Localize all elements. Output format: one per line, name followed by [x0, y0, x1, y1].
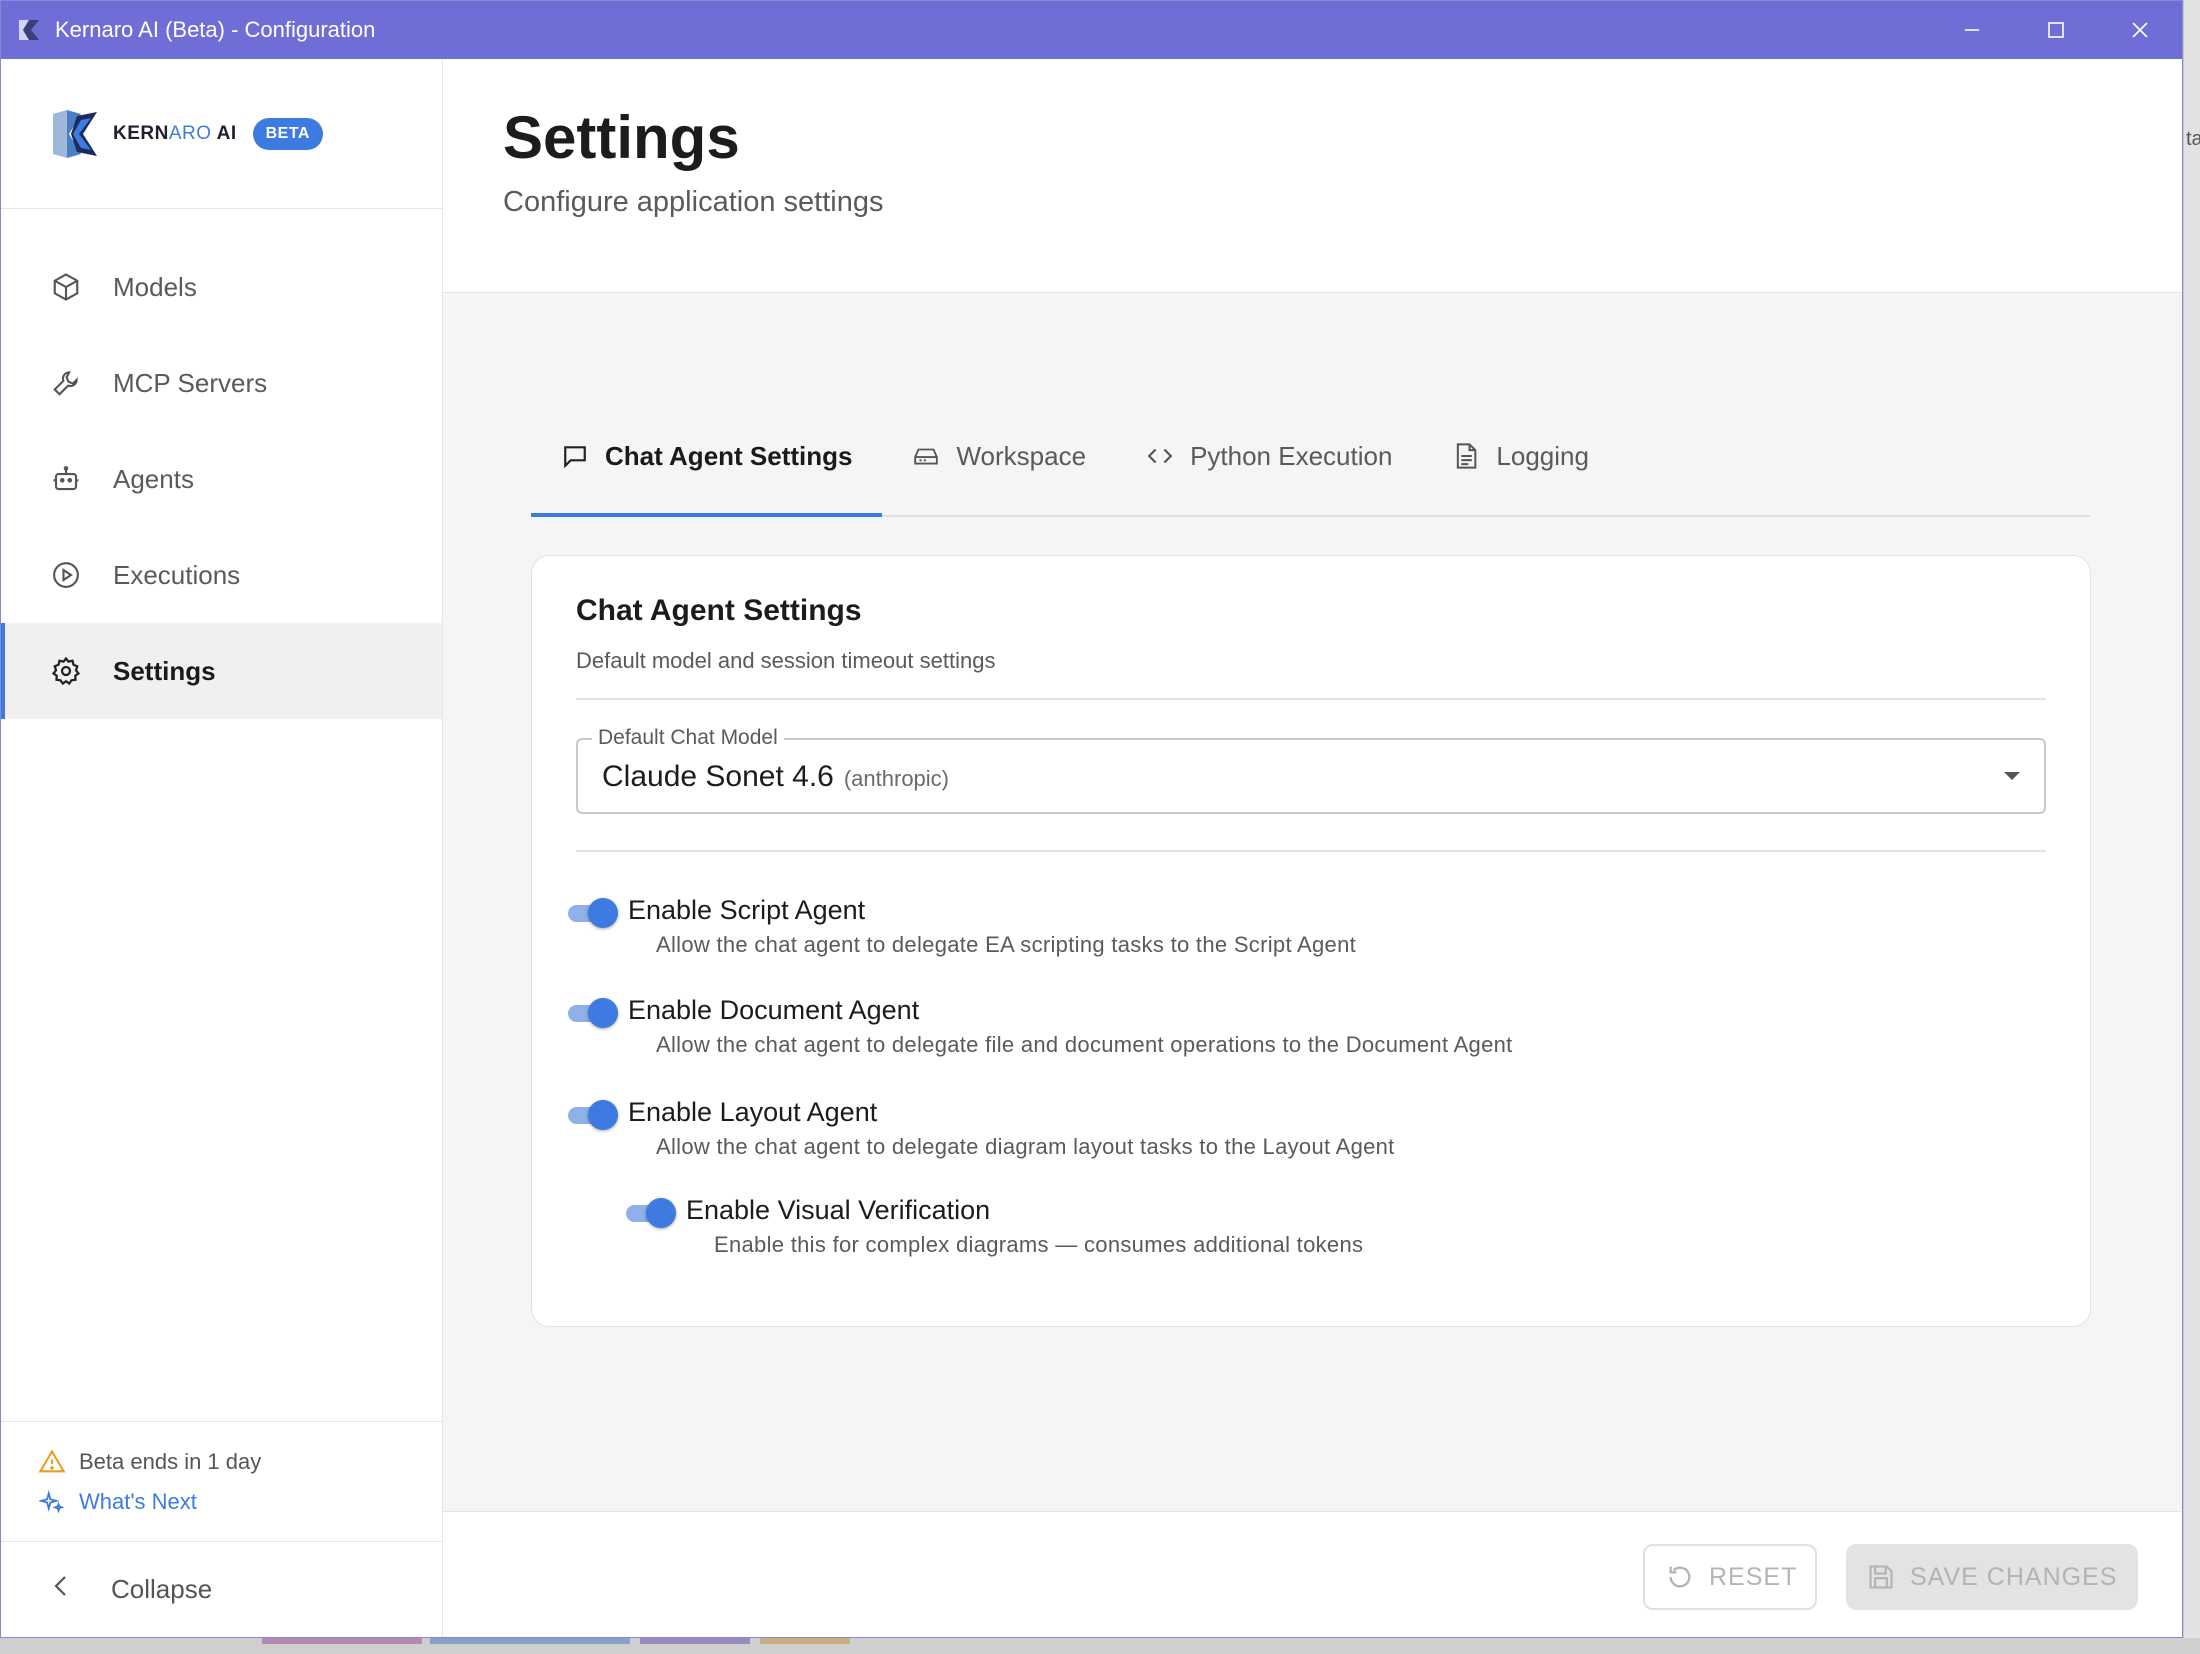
script-agent-switch[interactable] [566, 896, 622, 928]
whats-next-link[interactable]: What's Next [37, 1482, 442, 1522]
gear-icon [49, 654, 83, 688]
app-logo-icon [19, 20, 39, 40]
visual-verification-toggle-row: Enable Visual Verification Enable this f… [626, 1194, 2046, 1258]
sidebar-item-label: Agents [113, 463, 194, 494]
chat-agent-settings-card: Chat Agent Settings Default model and se… [531, 555, 2091, 1327]
action-bar: RESET SAVE CHANGES [443, 1511, 2182, 1637]
card-title: Chat Agent Settings [576, 594, 862, 627]
robot-icon [49, 462, 83, 496]
page-title: Settings [503, 104, 740, 171]
undo-icon [1665, 1562, 1695, 1592]
select-value: Claude Sonet 4.6 (anthropic) [602, 760, 949, 793]
divider [576, 698, 2046, 700]
sidebar-item-label: MCP Servers [113, 367, 268, 398]
collapse-button[interactable]: Collapse [1, 1541, 442, 1637]
minimize-icon [1965, 29, 1979, 31]
sidebar-item-models[interactable]: Models [1, 239, 442, 335]
kernaro-logo-icon [53, 109, 97, 158]
wrench-icon [49, 366, 83, 400]
maximize-icon [2048, 22, 2064, 38]
sparkle-icon [37, 1487, 67, 1517]
toggle-label: Enable Visual Verification [686, 1195, 991, 1225]
toggle-description: Allow the chat agent to delegate EA scri… [656, 932, 1357, 957]
layout-agent-switch[interactable] [566, 1098, 622, 1130]
cube-icon [49, 270, 83, 304]
save-changes-button[interactable]: SAVE CHANGES [1846, 1544, 2138, 1610]
toggle-description: Allow the chat agent to delegate diagram… [656, 1134, 1395, 1159]
drive-icon [912, 442, 940, 470]
toggle-label: Enable Document Agent [628, 995, 920, 1025]
layout-agent-toggle-row: Enable Layout Agent Allow the chat agent… [568, 1096, 2046, 1160]
brand-header: KERNARO AI BETA [1, 59, 442, 209]
maximize-button[interactable] [2014, 1, 2098, 59]
play-circle-icon [49, 558, 83, 592]
tab-workspace[interactable]: Workspace [882, 397, 1116, 515]
sidebar-item-label: Models [113, 271, 197, 302]
tab-chat-agent-settings[interactable]: Chat Agent Settings [531, 397, 883, 517]
visual-verification-switch[interactable] [624, 1196, 680, 1228]
warning-icon [37, 1447, 67, 1477]
sidebar-item-executions[interactable]: Executions [1, 527, 442, 623]
sidebar-item-settings[interactable]: Settings [1, 623, 442, 719]
beta-badge: BETA [252, 117, 323, 150]
sidebar-footer: Beta ends in 1 day What's Next Collapse [1, 1421, 442, 1637]
card-subtitle: Default model and session timeout settin… [576, 648, 996, 673]
tab-logging[interactable]: Logging [1422, 397, 1619, 515]
close-icon [2132, 22, 2148, 38]
sidebar-item-agents[interactable]: Agents [1, 431, 442, 527]
chat-icon [561, 442, 589, 470]
script-agent-toggle-row: Enable Script Agent Allow the chat agent… [568, 894, 2046, 958]
settings-tabs: Chat Agent Settings Workspace Python Exe… [531, 399, 2091, 517]
toggle-label: Enable Script Agent [628, 895, 866, 925]
toggle-label: Enable Layout Agent [628, 1097, 878, 1127]
close-button[interactable] [2098, 1, 2182, 59]
title-bar: Kernaro AI (Beta) - Configuration [1, 1, 2182, 59]
app-window: Kernaro AI (Beta) - Configuration KERNAR… [0, 0, 2183, 1638]
select-label: Default Chat Model [592, 726, 784, 750]
window-title: Kernaro AI (Beta) - Configuration [55, 17, 376, 42]
reset-button[interactable]: RESET [1643, 1544, 1817, 1610]
page-subtitle: Configure application settings [503, 186, 884, 218]
sidebar-item-label: Settings [113, 655, 216, 686]
background-window-strip: ta [2183, 0, 2200, 1654]
document-agent-switch[interactable] [566, 996, 622, 1028]
caret-down-icon [2004, 772, 2020, 780]
toggle-description: Enable this for complex diagrams — consu… [714, 1232, 1364, 1257]
taskbar-strip [0, 1638, 2200, 1654]
save-icon [1866, 1562, 1896, 1592]
document-icon [1452, 442, 1480, 470]
beta-notice: Beta ends in 1 day [37, 1442, 442, 1482]
beta-info: Beta ends in 1 day What's Next [1, 1421, 442, 1541]
code-icon [1146, 442, 1174, 470]
minimize-button[interactable] [1930, 1, 2014, 59]
brand-name: KERNARO AI [113, 122, 237, 144]
main-content: Settings Configure application settings … [443, 59, 2182, 1637]
divider [576, 850, 2046, 852]
sidebar-item-mcp-servers[interactable]: MCP Servers [1, 335, 442, 431]
page-header: Settings Configure application settings [443, 59, 2182, 293]
default-chat-model-select[interactable]: Default Chat Model Claude Sonet 4.6 (anth… [576, 726, 2046, 814]
tab-python-execution[interactable]: Python Execution [1116, 397, 1422, 515]
sidebar-nav: Models MCP Servers Agents Executions Set… [1, 209, 442, 719]
sidebar: KERNARO AI BETA Models MCP Servers Agent… [1, 59, 443, 1637]
document-agent-toggle-row: Enable Document Agent Allow the chat age… [568, 994, 2046, 1058]
toggle-description: Allow the chat agent to delegate file an… [656, 1032, 1513, 1057]
chevron-left-icon [51, 1574, 75, 1605]
sidebar-item-label: Executions [113, 559, 241, 590]
